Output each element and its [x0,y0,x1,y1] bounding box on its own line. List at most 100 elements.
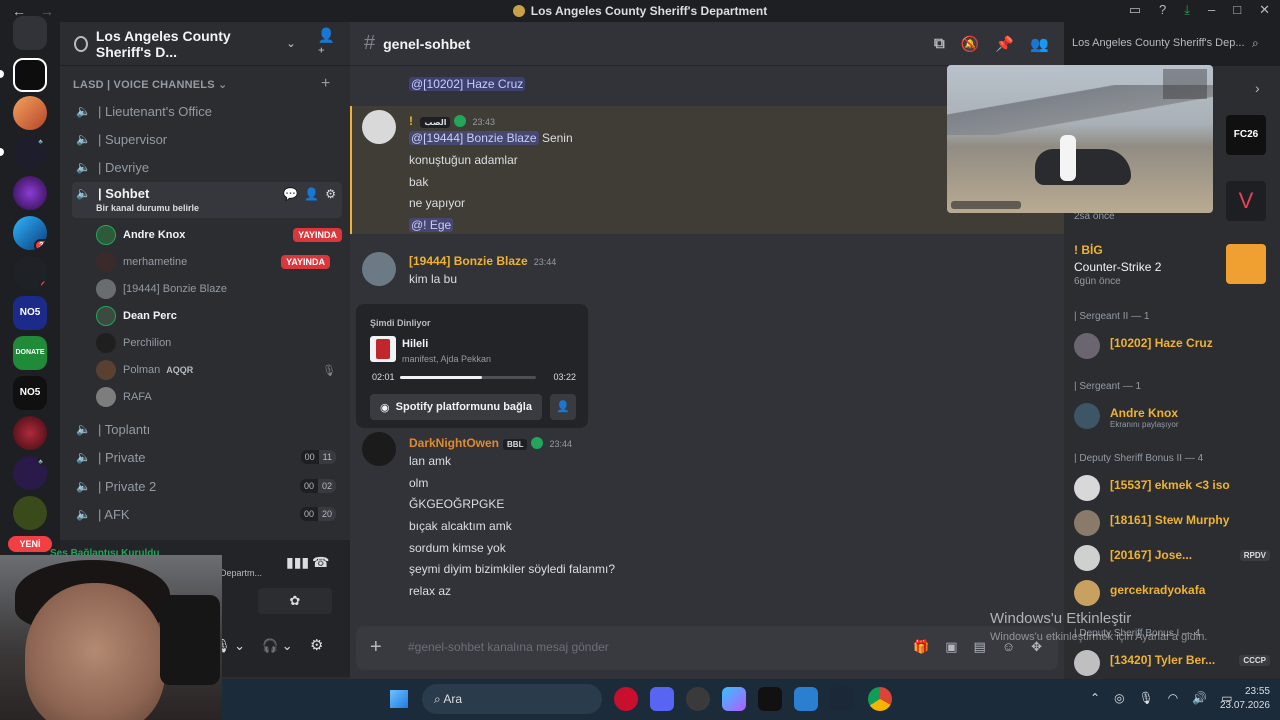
voice-channel-active[interactable]: 🔈 | Sohbet Bir kanal durumu belirle 💬 👤 ⚙ [72,182,342,218]
author-name[interactable]: [19444] Bonzie Blaze 23:44 [409,254,556,268]
member-row[interactable]: [15537] ekmek <3 iso [1074,472,1270,502]
search-icon[interactable]: ⌕ [1252,36,1259,51]
message-input[interactable]: #genel-sohbet kanalına mesaj gönder [408,640,609,654]
app-taskbar-icon[interactable] [686,687,710,711]
chrome-icon[interactable] [868,687,892,711]
volume-icon[interactable]: 🔊 [1192,691,1207,705]
server-icon-dark[interactable]: 9 [13,256,47,290]
server-icon-anime[interactable] [13,96,47,130]
mute-notifications-icon[interactable]: 🔕 [961,35,980,53]
author-name[interactable]: DarkNightOwen BBL 23:44 [409,436,572,450]
discord-taskbar-icon[interactable] [650,687,674,711]
voice-channel[interactable]: 🔈 | AFK 00 20 [72,501,342,527]
voice-user[interactable]: [19444] Bonzie Blaze [96,278,342,300]
gear-icon[interactable]: ⚙ [325,187,336,201]
voice-user[interactable]: Polman AQQR 🎙 [96,359,342,381]
voice-channel[interactable]: 🔈 | Devriye [72,154,342,180]
avatar[interactable] [362,252,396,286]
add-channel-icon[interactable]: + [321,75,331,93]
member-row[interactable]: [20167] Jose... RPDV [1074,542,1270,572]
gif-icon[interactable]: ▣ [945,639,957,655]
member-row[interactable]: Andre Knox Ekranını paylaşıyor [1074,400,1270,430]
tray-chevron-icon[interactable]: ⌃ [1090,691,1100,705]
mention[interactable]: @[19444] Bonzie Blaze [409,131,539,145]
invite-people-icon[interactable]: 👤⁺ [318,27,338,61]
member-row[interactable]: gercekradyokafa [1074,577,1270,607]
chat-icon[interactable]: 💬 [283,187,298,201]
voice-channel[interactable]: 🔈 | Lieutenant's Office [72,98,342,124]
gear-icon[interactable]: ⚙ [310,636,323,654]
member-row[interactable]: [18161] Stew Murphy [1074,507,1270,537]
member-name[interactable]: ! BİG [1074,243,1103,257]
message-text: Senin [541,131,573,145]
pin-icon[interactable]: 📌 [995,35,1014,53]
voice-user[interactable]: Andre Knox YAYINDA [96,224,342,246]
voice-user[interactable]: Perchilion [96,332,342,354]
windows-start-icon[interactable] [390,690,408,708]
discord-home-icon[interactable] [13,16,47,50]
tray-mic-icon[interactable]: 🎙 [1139,691,1154,705]
taskbar-search[interactable]: ⌕ Ara [422,684,602,714]
member-row[interactable]: [10202] Haze Cruz [1074,330,1270,360]
avatar[interactable] [362,110,396,144]
voice-user[interactable]: merhametine YAYINDA [96,251,342,273]
add-user-icon[interactable]: 👤 [550,394,576,420]
avatar[interactable] [362,432,396,466]
author-name[interactable]: ! الصب 23:43 [409,114,495,128]
disconnect-icon[interactable]: ☎ [312,554,329,571]
voice-channel[interactable]: 🔈 | Toplantı [72,416,342,442]
server-icon-lasd[interactable] [13,58,47,92]
server-icon-red[interactable] [13,416,47,450]
help-icon[interactable]: ? [1159,2,1166,18]
server-icon-no5[interactable]: NO5 [13,376,47,410]
voice-channel[interactable]: 🔈 | Private 00 11 [72,444,342,470]
tray-app-icon[interactable]: ◎ [1114,691,1124,705]
server-icon-triangle[interactable]: 🔊 [13,456,47,490]
voice-channel[interactable]: 🔈 | Supervisor [72,126,342,152]
close-button[interactable]: ✕ [1259,2,1270,18]
stream-preview[interactable] [947,65,1213,213]
voice-user[interactable]: Dean Perc [96,305,342,327]
steam-icon[interactable] [830,687,854,711]
voice-user[interactable]: RAFA [96,386,342,408]
guild-header[interactable]: Los Angeles County Sheriff's D... ⌄ 👤⁺ [60,22,350,66]
threads-icon[interactable]: ⧉ [934,35,945,53]
copilot-icon[interactable] [722,687,746,711]
connect-spotify-button[interactable]: ◉ Spotify platformunu bağla [370,394,542,420]
headphones-icon[interactable]: 🎧 ⌄ [262,638,293,654]
minimize-button[interactable]: – [1208,2,1215,18]
server-icon-purple[interactable] [13,176,47,210]
download-icon[interactable]: ⤓ [1184,2,1190,18]
server-icon-no5-streamer[interactable]: NO5 [13,296,47,330]
voice-channel[interactable]: 🔈 | Private 2 00 02 [72,473,342,499]
maximize-button[interactable]: □ [1233,2,1241,18]
server-icon-blue[interactable]: 34 [13,216,47,250]
member-list-icon[interactable]: 👥 [1030,35,1049,53]
inbox-icon[interactable]: ▭ [1129,2,1141,18]
search-input[interactable]: Los Angeles County Sheriff's Dep... [1064,30,1269,56]
chevron-right-icon[interactable]: › [1255,80,1260,96]
dev-tool-icon[interactable] [794,687,818,711]
message-composer[interactable]: + #genel-sohbet kanalına mesaj gönder 🎁 … [356,626,1058,670]
opera-icon[interactable] [614,687,638,711]
server-icon-no5-donate[interactable]: DONATE [13,336,47,370]
sticker-icon[interactable]: ▤ [974,639,986,655]
spotify-card: Şimdi Dinliyor Hileli manifest, Ajda Pek… [356,304,588,428]
invite-icon[interactable]: 👤 [304,187,319,201]
waveform-icon[interactable]: ▮▮▮ [286,554,309,571]
server-icon-a[interactable]: 🔊 [13,136,47,170]
song-title[interactable]: Hileli [402,338,428,350]
epic-games-icon[interactable] [758,687,782,711]
channel-status[interactable]: Bir kanal durumu belirle [96,203,199,213]
attach-plus-icon[interactable]: + [370,636,382,659]
wifi-icon[interactable]: ◠ [1168,691,1178,705]
mention[interactable]: @! Ege [409,218,454,232]
mention[interactable]: @[10202] Haze Cruz [409,77,526,91]
soundboard-button[interactable]: ✿ [258,588,332,614]
clock[interactable]: 23:55 23.07.2026 [1220,685,1270,713]
server-icon-green[interactable] [13,496,47,530]
member-row[interactable]: [13420] Tyler Ber... CCCP [1074,647,1270,677]
voice-category[interactable]: LASD | VOICE CHANNELS ⌄ + [73,75,330,92]
gift-icon[interactable]: 🎁 [913,639,929,655]
album-art[interactable] [370,336,396,362]
